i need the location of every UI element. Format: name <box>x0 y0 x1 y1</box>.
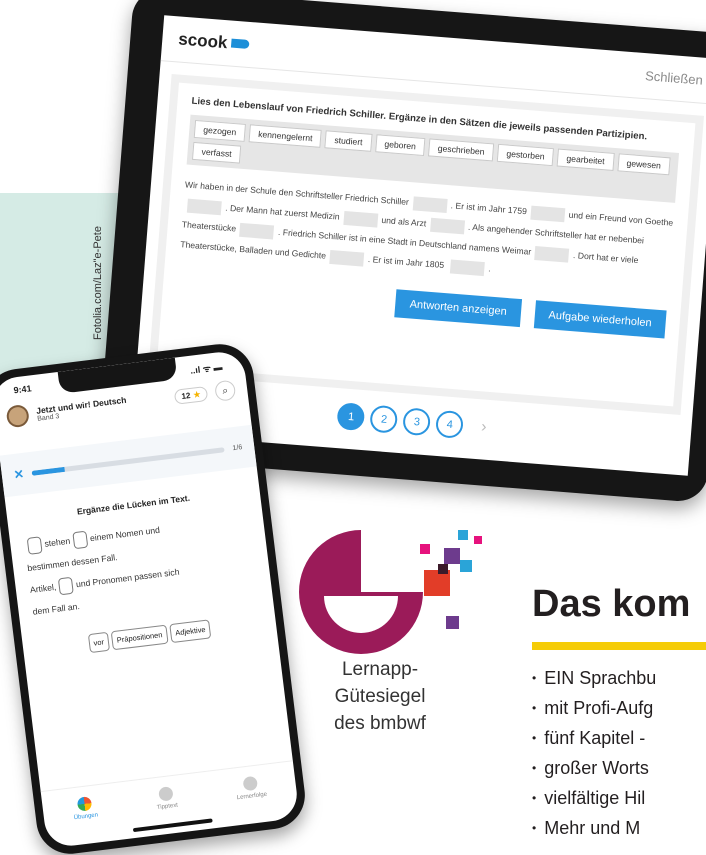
progress-bar <box>31 446 225 476</box>
task-text: einem Nomen und <box>89 524 161 544</box>
seal-caption-line: Lernapp- <box>341 659 419 680</box>
passage-text: Weimar <box>501 244 532 257</box>
search-icon[interactable]: ⌕ <box>214 379 237 402</box>
seal-square <box>438 564 448 574</box>
answer-slot[interactable] <box>58 576 75 596</box>
word-chip[interactable]: kennengelernt <box>248 124 323 148</box>
seal-square <box>474 536 482 544</box>
repeat-task-button[interactable]: Aufgabe wiederholen <box>533 300 667 339</box>
close-icon[interactable]: ✕ <box>13 467 25 482</box>
task-text: Artikel, <box>29 581 57 595</box>
scook-logo: scook <box>178 29 250 55</box>
feature-item: Mehr und M <box>532 814 656 844</box>
tab-label: Lernerfolge <box>236 791 268 802</box>
logo-mark-icon <box>231 38 250 49</box>
progress-fill <box>31 466 65 476</box>
word-chip[interactable]: studiert <box>324 130 373 152</box>
close-link[interactable]: Schließen <box>645 68 704 87</box>
feature-item: großer Worts <box>532 754 656 784</box>
tab-progress[interactable]: Lernerfolge <box>234 775 270 825</box>
chevron-right-icon[interactable]: › <box>481 418 488 436</box>
seal-square <box>460 560 472 572</box>
tab-exercises[interactable]: Übungen <box>71 795 101 845</box>
feature-item: fünf Kapitel - <box>532 724 656 754</box>
tab-label: Tipptext <box>156 802 179 812</box>
feature-list: EIN Sprachbu mit Profi-Aufg fünf Kapitel… <box>532 664 656 844</box>
answer-gap[interactable] <box>343 210 378 228</box>
seal-caption-line: des bmbwf <box>334 713 426 734</box>
answer-gap[interactable] <box>530 205 566 222</box>
passage-text: . Als angehender <box>467 221 533 237</box>
exercises-icon <box>76 796 93 812</box>
progress-count: 1/6 <box>232 443 243 452</box>
word-chip[interactable]: geboren <box>374 134 426 157</box>
seal-shape <box>299 530 423 654</box>
page-button-4[interactable]: 4 <box>435 409 465 439</box>
tab-label: Übungen <box>73 812 99 822</box>
word-chip[interactable]: geschrieben <box>428 138 495 162</box>
answer-gap[interactable] <box>186 198 222 216</box>
seal-caption-line: Gütesiegel <box>334 686 426 707</box>
section-heading: Das kom <box>532 583 691 625</box>
seal-square <box>420 544 430 554</box>
star-icon: ★ <box>192 389 201 400</box>
word-chip[interactable]: verfasst <box>191 141 242 164</box>
answer-gap[interactable] <box>239 222 275 240</box>
answer-gap[interactable] <box>429 217 465 235</box>
page-button-1[interactable]: 1 <box>336 402 366 432</box>
option-chip[interactable]: Präpositionen <box>110 624 169 651</box>
task-area: Ergänze die Lücken im Text. stehen einem … <box>5 466 279 679</box>
answer-gap[interactable] <box>449 259 485 276</box>
feature-item: vielfältige Hil <box>532 784 656 814</box>
answer-options: vor Präpositionen Adjektive <box>36 613 263 659</box>
answer-gap[interactable] <box>534 245 570 263</box>
passage-text: . Er ist im Jahr 1759 <box>450 200 528 217</box>
passage-text: . Der Mann hat zuerst Medizin <box>224 202 341 222</box>
seal-square <box>444 548 460 564</box>
task-text: stehen <box>43 535 71 549</box>
feature-item: EIN Sprachbu <box>532 664 656 694</box>
show-answers-button[interactable]: Antworten anzeigen <box>394 289 522 328</box>
quality-seal-logo <box>299 530 482 654</box>
phone-screen: 9:41 ..ıl ᯤ ▬ Jetzt und wir! Deutsch Ban… <box>0 349 300 849</box>
photo-credit: Fotolia.com/Laz"e-Pete <box>92 226 104 340</box>
seal-square <box>458 530 468 540</box>
tab-bar: Übungen Tipptext Lernerfolge <box>40 760 300 849</box>
option-chip[interactable]: vor <box>87 631 111 654</box>
brand-name: scook <box>177 28 229 52</box>
status-time: 9:41 <box>12 383 33 396</box>
gauge-icon <box>242 775 259 792</box>
answer-slot[interactable] <box>26 536 43 556</box>
answer-gap[interactable] <box>329 249 365 267</box>
word-chip[interactable]: gezogen <box>193 119 246 142</box>
avatar[interactable] <box>5 403 31 429</box>
page-button-3[interactable]: 3 <box>402 407 432 437</box>
seal-caption: Lernapp- Gütesiegel des bmbwf <box>318 656 442 737</box>
answer-gap[interactable] <box>412 196 448 213</box>
option-chip[interactable]: Adjektive <box>169 619 212 644</box>
passage-text: Freund von Goethe <box>598 211 674 228</box>
passage-text: . <box>487 263 492 274</box>
word-chip[interactable]: gewesen <box>616 153 671 176</box>
passage-text: und ein <box>568 209 598 222</box>
page-button-2[interactable]: 2 <box>369 404 399 434</box>
bulb-icon <box>158 786 174 802</box>
feature-item: mit Profi-Aufg <box>532 694 656 724</box>
heading-underline <box>532 642 706 650</box>
star-count: 12 <box>180 390 191 401</box>
word-chip[interactable]: gestorben <box>496 143 555 167</box>
word-chip[interactable]: gearbeitet <box>556 148 615 171</box>
passage-text: . Er ist im Jahr 1805 <box>367 253 445 270</box>
star-counter[interactable]: 12 ★ <box>173 385 209 405</box>
seal-square <box>446 616 459 629</box>
passage-text: und als Arzt <box>381 214 427 229</box>
answer-slot[interactable] <box>72 530 89 550</box>
